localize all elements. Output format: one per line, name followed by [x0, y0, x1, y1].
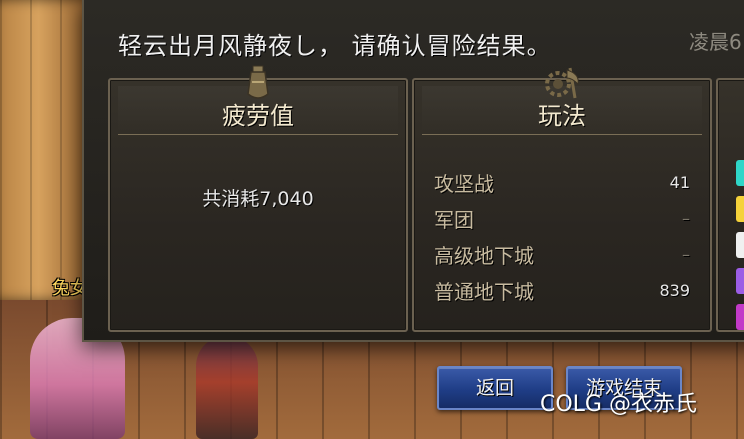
red-outfit-character — [196, 336, 258, 439]
list-item: 普通地下城 839 — [434, 272, 690, 308]
play-mode-name: 高级地下城 — [434, 243, 534, 268]
reward-mark — [736, 232, 744, 258]
play-heading: 玩法 — [538, 102, 586, 130]
time-of-day-label: 凌晨6 — [689, 30, 742, 54]
play-mode-panel: 玩法 攻坚战 41 军团 – 高级地下城 – 普通地下城 839 — [412, 67, 712, 332]
play-mode-name: 普通地下城 — [434, 279, 534, 304]
play-mode-list: 攻坚战 41 军团 – 高级地下城 – 普通地下城 839 — [434, 164, 690, 308]
play-mode-count: 839 — [659, 280, 690, 300]
reward-mark — [736, 160, 744, 186]
back-button[interactable]: 返回 — [437, 366, 553, 410]
reward-marks — [736, 160, 744, 340]
play-mode-name: 军团 — [434, 207, 474, 232]
list-item: 攻坚战 41 — [434, 164, 690, 200]
fatigue-panel-header: 疲劳值 — [118, 65, 398, 135]
fatigue-heading: 疲劳值 — [222, 102, 294, 130]
reward-mark — [736, 268, 744, 294]
adventure-result-dialog: 轻云出月风静夜し， 请确认冒险结果。 凌晨6 疲劳值 共消耗7,040 玩法 攻… — [82, 0, 744, 342]
fatigue-panel: 疲劳值 共消耗7,040 — [108, 65, 408, 332]
list-item: 高级地下城 – — [434, 236, 690, 272]
play-mode-count: – — [682, 244, 690, 264]
fatigue-total-consumed: 共消耗7,040 — [202, 188, 314, 210]
reward-mark — [736, 196, 744, 222]
play-panel-header: 玩法 — [422, 67, 702, 135]
dialog-title: 轻云出月风静夜し， 请确认冒险结果。 — [118, 32, 552, 60]
list-item: 军团 – — [434, 200, 690, 236]
colg-watermark: COLG @衣赤氏 — [540, 392, 697, 417]
play-mode-name: 攻坚战 — [434, 171, 494, 196]
reward-mark — [736, 304, 744, 330]
play-mode-count: – — [682, 208, 690, 228]
play-mode-count: 41 — [669, 172, 690, 192]
reward-panel-partial — [716, 78, 744, 332]
